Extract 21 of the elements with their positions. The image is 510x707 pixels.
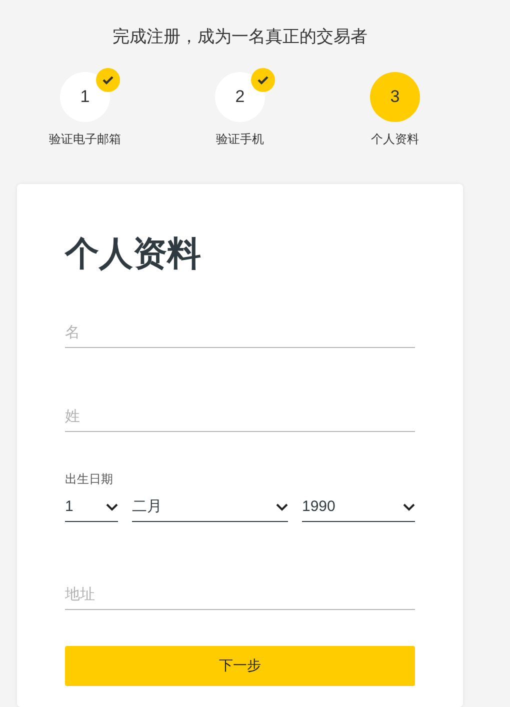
- day-select[interactable]: 1: [65, 494, 118, 522]
- step-number: 1: [80, 86, 90, 108]
- check-icon: [96, 68, 120, 92]
- year-select[interactable]: 1990: [302, 494, 415, 522]
- chevron-down-icon: [403, 503, 415, 511]
- check-icon: [251, 68, 275, 92]
- last-name-field[interactable]: 姓: [65, 402, 415, 432]
- address-field[interactable]: 地址: [65, 580, 415, 610]
- step-number: 2: [235, 86, 245, 108]
- field-label: 出生日期: [65, 470, 114, 488]
- next-button[interactable]: 下一步: [65, 646, 415, 686]
- first-name-field[interactable]: 名: [65, 318, 415, 348]
- month-select[interactable]: 二月: [132, 494, 288, 522]
- form-title: 个人资料: [65, 234, 202, 274]
- step-label: 个人资料: [371, 130, 419, 148]
- step-number: 3: [390, 86, 400, 108]
- step-label: 验证电子邮箱: [49, 130, 121, 148]
- chevron-down-icon: [106, 503, 118, 511]
- page-heading: 完成注册，成为一名真正的交易者: [112, 26, 368, 48]
- step-label: 验证手机: [216, 130, 264, 148]
- chevron-down-icon: [276, 503, 288, 511]
